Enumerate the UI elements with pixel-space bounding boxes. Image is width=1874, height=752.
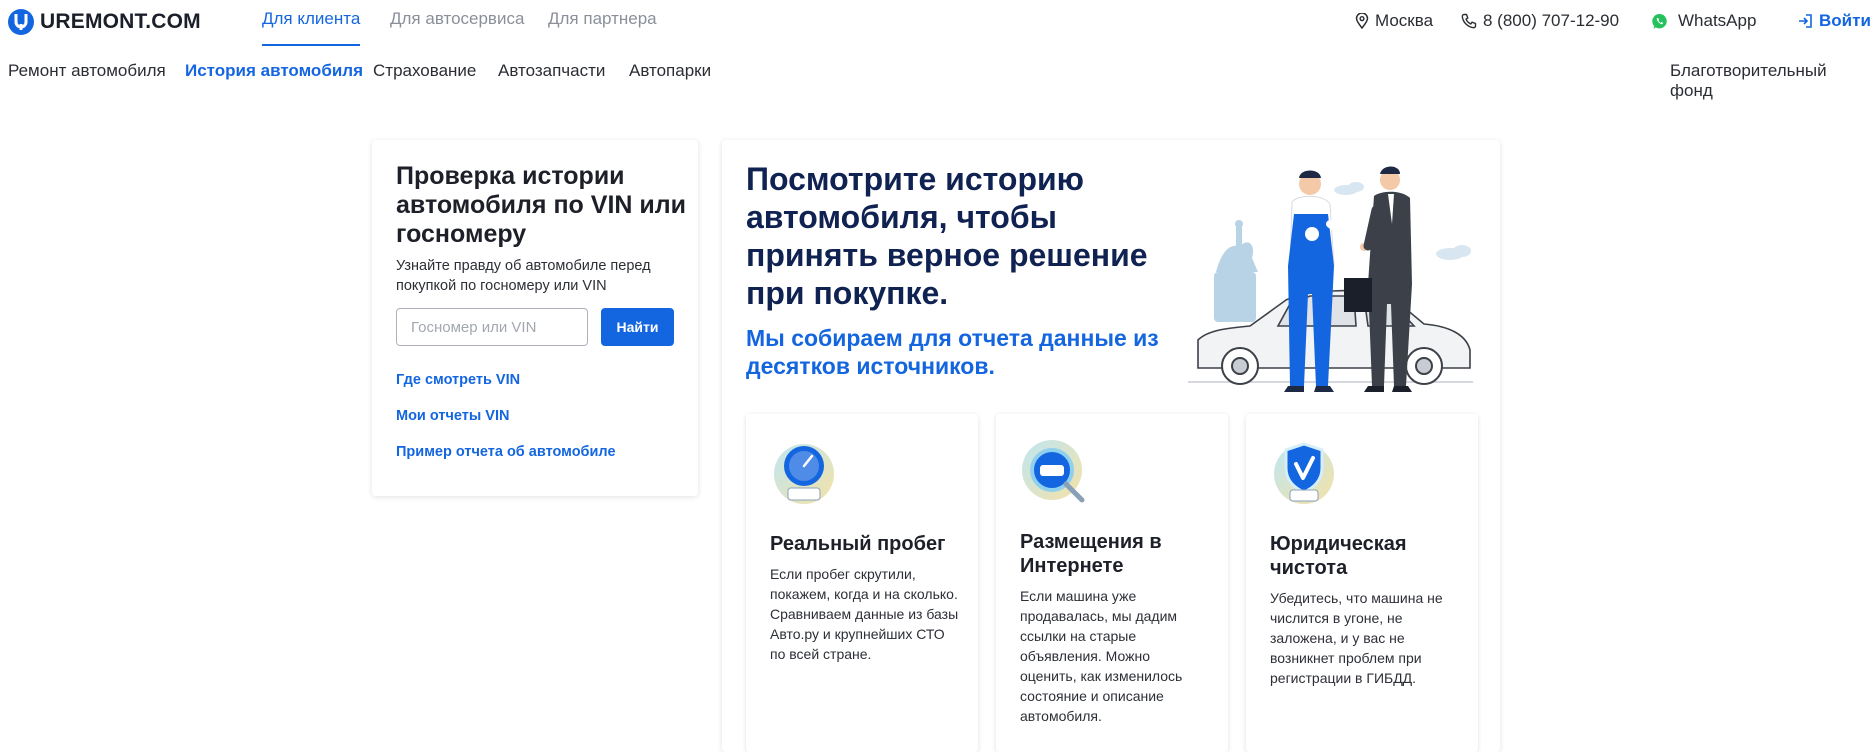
handshake-car-illustration	[1188, 166, 1473, 392]
city-label: Москва	[1375, 11, 1434, 30]
magnifier-car-icon	[1022, 440, 1085, 503]
shield-check-icon	[1274, 442, 1334, 504]
search-title: Проверка истории автомобиля по VIN или г…	[396, 162, 687, 248]
location-pin-icon	[1355, 13, 1369, 29]
nav-item-charity[interactable]: Благотворительный фонд	[1670, 61, 1874, 101]
feature-card-listings: Размещения в Интернете Если машина уже п…	[996, 414, 1228, 752]
hero-title: Посмотрите историю автомобиля, чтобы при…	[746, 161, 1148, 311]
search-subtitle: Узнайте правду об автомобиле перед покуп…	[396, 258, 651, 294]
tab-for-partner[interactable]: Для партнера	[548, 8, 657, 46]
tab-for-service[interactable]: Для автосервиса	[390, 8, 524, 46]
feature-card-mileage: Реальный пробег Если пробег скрутили, по…	[746, 414, 978, 752]
feature-title-legal: Юридическая чистота	[1270, 533, 1407, 579]
sample-report-link[interactable]: Пример отчета об автомобиле	[396, 444, 616, 460]
find-button[interactable]: Найти	[601, 308, 674, 346]
nav-item-fleets[interactable]: Автопарки	[629, 61, 711, 81]
nav-item-repair[interactable]: Ремонт автомобиля	[8, 61, 166, 81]
logo-text: UREMONT.COM	[40, 10, 201, 33]
login-icon	[1799, 14, 1812, 28]
hero-subtitle: Мы собираем для отчета данные из десятко…	[746, 325, 1159, 379]
login-label: Войти	[1819, 11, 1871, 30]
feature-text-listings: Если машина уже продавалась, мы дадим сс…	[1020, 588, 1183, 724]
login-button[interactable]: Войти	[1797, 10, 1871, 32]
nav-item-parts[interactable]: Автозапчасти	[498, 61, 605, 81]
speedometer-icon	[774, 444, 834, 504]
feature-text-mileage: Если пробег скрутили, покажем, когда и н…	[770, 566, 959, 662]
vin-search-card: Проверка истории автомобиля по VIN или г…	[372, 140, 698, 496]
phone-number: 8 (800) 707-12-90	[1483, 11, 1620, 30]
phone-icon	[1461, 13, 1477, 29]
tab-for-client[interactable]: Для клиента	[262, 8, 361, 46]
whatsapp-link[interactable]: WhatsApp	[1651, 10, 1756, 32]
hero-card: Посмотрите историю автомобиля, чтобы при…	[722, 140, 1500, 752]
feature-title-listings: Размещения в Интернете	[1020, 531, 1162, 577]
whatsapp-icon	[1652, 13, 1667, 29]
phone-link[interactable]: 8 (800) 707-12-90	[1461, 10, 1619, 32]
vin-search-input[interactable]	[396, 308, 588, 346]
top-header: UREMONT.COM Для клиента Для автосервиса …	[0, 0, 1874, 46]
where-vin-link[interactable]: Где смотреть VIN	[396, 372, 520, 388]
feature-card-legal: Юридическая чистота Убедитесь, что машин…	[1246, 414, 1478, 752]
logo-icon	[8, 9, 34, 35]
feature-title-mileage: Реальный пробег	[770, 533, 946, 555]
nav-item-insurance[interactable]: Страхование	[373, 61, 476, 81]
nav-item-history[interactable]: История автомобиля	[185, 61, 363, 81]
whatsapp-label: WhatsApp	[1678, 11, 1757, 30]
feature-text-legal: Убедитесь, что машина не числится в угон…	[1270, 590, 1443, 686]
city-selector[interactable]: Москва	[1355, 10, 1433, 32]
logo[interactable]: UREMONT.COM	[8, 9, 201, 35]
my-vin-reports-link[interactable]: Мои отчеты VIN	[396, 408, 509, 424]
